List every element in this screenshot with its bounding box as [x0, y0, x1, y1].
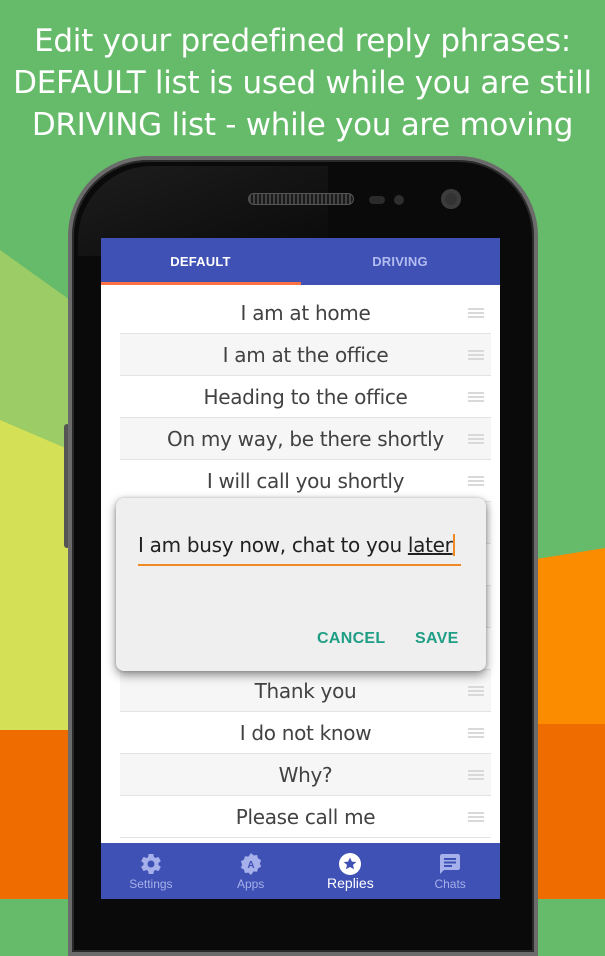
light-sensor-icon — [394, 195, 404, 205]
reply-text: Please call me — [235, 804, 376, 829]
nav-label: Settings — [129, 877, 173, 891]
reply-text: On my way, be there shortly — [167, 426, 444, 451]
reply-row[interactable]: I do not know — [120, 712, 491, 754]
reply-row[interactable]: I will call you shortly — [120, 460, 491, 502]
drag-handle-icon[interactable] — [468, 434, 484, 444]
nav-settings[interactable]: Settings — [101, 843, 201, 899]
cancel-button[interactable]: CANCEL — [317, 630, 385, 648]
nav-apps[interactable]: A Apps — [201, 843, 301, 899]
drag-handle-icon[interactable] — [468, 476, 484, 486]
tab-driving[interactable]: DRIVING — [300, 238, 500, 285]
nav-label: Apps — [236, 877, 265, 891]
star-circle-icon — [339, 853, 362, 875]
tab-default[interactable]: DEFAULT — [101, 238, 300, 285]
reply-row[interactable]: On my way, be there shortly — [120, 418, 491, 460]
input-suggestion: later — [407, 533, 453, 557]
tab-indicator — [101, 282, 301, 285]
reply-row[interactable]: Please call me — [120, 796, 491, 838]
drag-handle-icon[interactable] — [468, 770, 484, 780]
reply-row[interactable]: I am at the office — [120, 334, 491, 376]
drag-handle-icon[interactable] — [468, 812, 484, 822]
input-text: I am busy now, chat to you — [138, 533, 408, 557]
edit-reply-dialog: I am busy now, chat to you later CANCEL … — [116, 498, 486, 671]
drag-handle-icon[interactable] — [468, 350, 484, 360]
reply-row[interactable]: Heading to the office — [120, 376, 491, 418]
reply-text: I am at home — [240, 300, 371, 325]
reply-text: Why? — [278, 762, 333, 787]
drag-handle-icon[interactable] — [468, 686, 484, 696]
svg-text:A: A — [247, 860, 254, 871]
gear-icon — [141, 854, 161, 875]
nav-replies[interactable]: Replies — [301, 843, 401, 899]
promo-caption: Edit your predefined reply phrases: DEFA… — [0, 20, 605, 146]
reply-text: I am at the office — [222, 342, 389, 367]
bottom-navigation: Settings A Apps Replies Chats — [101, 843, 500, 899]
drag-handle-icon[interactable] — [468, 308, 484, 318]
front-camera-icon — [441, 189, 461, 209]
caption-line: DEFAULT list is used while you are still — [13, 65, 592, 101]
text-caret — [452, 534, 455, 556]
tab-bar: DEFAULT DRIVING — [101, 238, 500, 285]
reply-row[interactable]: Why? — [120, 754, 491, 796]
nav-label: Chats — [434, 877, 466, 891]
apps-badge-icon: A — [240, 853, 261, 875]
caption-line: DRIVING list - while you are moving — [31, 107, 574, 143]
speaker-grille-icon — [248, 193, 354, 205]
save-button[interactable]: SAVE — [415, 630, 459, 648]
reply-text: Heading to the office — [203, 384, 408, 409]
nav-chats[interactable]: Chats — [400, 843, 500, 899]
reply-text: I do not know — [239, 720, 372, 745]
caption-line: Edit your predefined reply phrases: — [34, 23, 571, 59]
nav-label: Replies — [327, 875, 374, 891]
reply-row[interactable]: I am at home — [120, 292, 491, 334]
drag-handle-icon[interactable] — [468, 392, 484, 402]
drag-handle-icon[interactable] — [468, 728, 484, 738]
reply-text-input[interactable]: I am busy now, chat to you later — [138, 532, 461, 566]
reply-row[interactable]: Thank you — [120, 670, 491, 712]
reply-text: Thank you — [254, 678, 357, 703]
chat-icon — [440, 854, 461, 874]
proximity-sensor-icon — [369, 196, 385, 204]
reply-text: I will call you shortly — [206, 468, 405, 493]
